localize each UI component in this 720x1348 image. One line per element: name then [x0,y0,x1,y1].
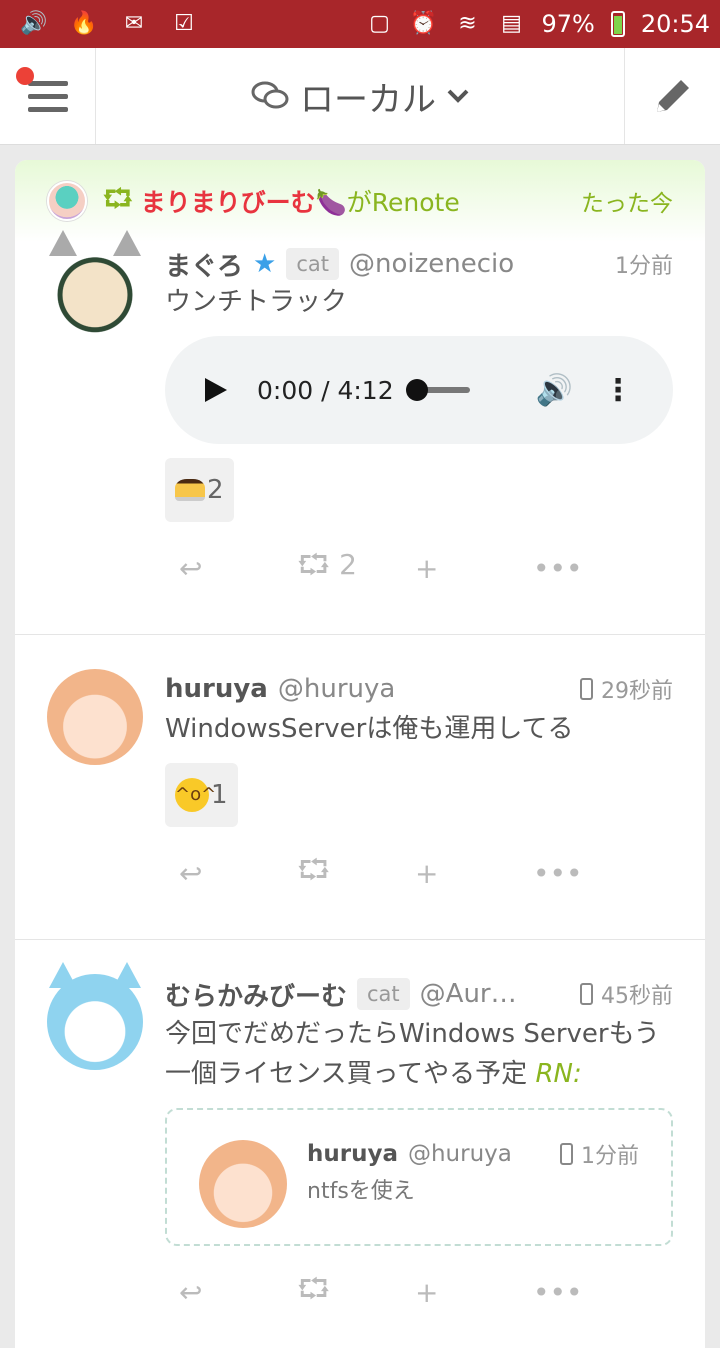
audio-player: 0:00 / 4:12 🔊 ⋮ [165,336,673,444]
avatar[interactable] [47,230,143,338]
note-actions: ↩ ⮔ + ••• [165,831,673,915]
note-text: 今回でだめだったらWindows Serverもう一個ライセンス買ってやる予定 … [165,1019,660,1089]
fire-icon: 🔥 [70,11,98,36]
more-icon[interactable]: ••• [519,1276,637,1309]
menu-button[interactable] [0,48,96,144]
battery-icon [610,11,625,37]
note-time[interactable]: 45秒前 [580,978,673,1010]
add-reaction-icon[interactable]: + [401,857,519,890]
timeline-title: ローカル [300,79,436,120]
laughing-face-icon: ^o^ [175,778,216,812]
cat-ear-left [49,962,77,988]
quote-user-name[interactable]: huruya [307,1141,398,1167]
sd-card-icon: ▤ [501,11,522,36]
renote-icon: ⮔ [297,548,331,581]
mobile-icon [580,983,593,1005]
user-handle[interactable]: @noizenecio [349,249,514,279]
renote-count: 2 [339,548,357,581]
reaction-count: 1 [211,780,228,810]
renote-time[interactable]: たった今 [581,184,673,218]
vibrate-icon: ▢ [369,11,390,36]
reaction-count: 2 [207,475,224,505]
app-header: ローカル [0,48,720,145]
reaction-pudding[interactable]: 2 [165,458,234,522]
chevron-down-icon [447,89,469,103]
quote-user-handle[interactable]: @huruya [408,1141,512,1167]
note-text: ウンチトラック [165,287,348,317]
avatar[interactable] [47,962,143,1070]
rn-label: RN: [535,1059,582,1089]
audio-progress-slider[interactable] [405,379,470,401]
quoted-note[interactable]: huruya @huruya 1分前 ntfsを使え [165,1108,673,1246]
user-name[interactable]: むらかみびーむ [165,976,347,1013]
renote-icon[interactable]: ⮔ [283,849,401,897]
more-icon[interactable]: ••• [519,552,637,585]
clock: 20:54 [640,10,710,38]
mobile-icon [580,678,593,700]
timeline-selector[interactable]: ローカル [96,48,624,144]
gmail-icon: ✉ [124,11,144,36]
quote-time[interactable]: 1分前 [560,1138,639,1170]
alarm-icon: ⏰ [409,11,438,36]
note-time[interactable]: 1分前 [615,248,673,280]
cat-ear-right [113,230,141,256]
renoter-name[interactable]: まりまりびーむ🍆 [141,183,347,219]
user-name[interactable]: まぐろ [165,246,243,283]
play-icon[interactable] [205,378,227,402]
status-bar: 🔊 🔥 ✉ ☑ ▢ ⏰ ≋ ▤ 97% 20:54 [0,0,720,48]
compose-button[interactable] [624,48,720,144]
reply-icon[interactable]: ↩ [165,552,283,585]
wifi-icon: ≋ [458,11,477,36]
pudding-icon [175,479,205,501]
timeline: ⮔ まりまりびーむ🍆 がRenote たった今 まぐろ ★ cat @noize… [15,160,705,1348]
cat-ear-left [49,230,77,256]
note-actions: ↩ ⮔ 2 + ••• [165,526,673,610]
renote-label: がRenote [346,188,460,217]
renote-button[interactable]: ⮔ 2 [283,544,401,592]
note-actions: ↩ ⮔ + ••• [165,1250,673,1334]
audio-time: 0:00 / 4:12 [257,375,394,405]
note: まぐろ ★ cat @noizenecio 1分前 ウンチトラック 0:00 /… [15,230,705,635]
cat-badge: cat [286,248,339,280]
add-reaction-icon[interactable]: + [401,552,519,585]
hamburger-icon [27,80,68,112]
chat-bubbles-icon [251,81,289,109]
reply-icon[interactable]: ↩ [165,857,283,890]
star-icon: ★ [253,249,277,279]
volume-icon: 🔊 [20,11,48,36]
quote-text: ntfsを使え [307,1179,415,1204]
cat-badge: cat [357,978,410,1010]
cat-ear-right [113,962,141,988]
mobile-icon [560,1143,573,1165]
note: huruya @huruya 29秒前 WindowsServerは俺も運用して… [15,635,705,940]
note-text: WindowsServerは俺も運用してる [165,714,574,744]
renote-icon: ⮔ [103,183,133,213]
battery-percent: 97% [541,10,595,38]
reaction-laugh[interactable]: ^o^ 1 [165,763,238,827]
user-handle[interactable]: @Aur… [420,979,517,1009]
task-check-icon: ☑ [174,11,194,36]
add-reaction-icon[interactable]: + [401,1276,519,1309]
more-icon[interactable]: ••• [519,857,637,890]
user-name[interactable]: huruya [165,674,268,704]
note-time[interactable]: 29秒前 [580,673,673,705]
renoter-avatar[interactable] [47,181,87,221]
avatar[interactable] [47,669,143,765]
quote-avatar[interactable] [199,1140,287,1228]
reply-icon[interactable]: ↩ [165,1276,283,1309]
pencil-icon [656,80,689,112]
note: むらかみびーむ cat @Aur… 45秒前 今回でだめだったらWindows … [15,940,705,1348]
notification-dot [16,67,34,85]
user-handle[interactable]: @huruya [278,674,395,704]
volume-icon[interactable]: 🔊 [536,373,573,408]
renote-icon[interactable]: ⮔ [283,1268,401,1316]
kebab-menu-icon[interactable]: ⋮ [603,373,633,408]
